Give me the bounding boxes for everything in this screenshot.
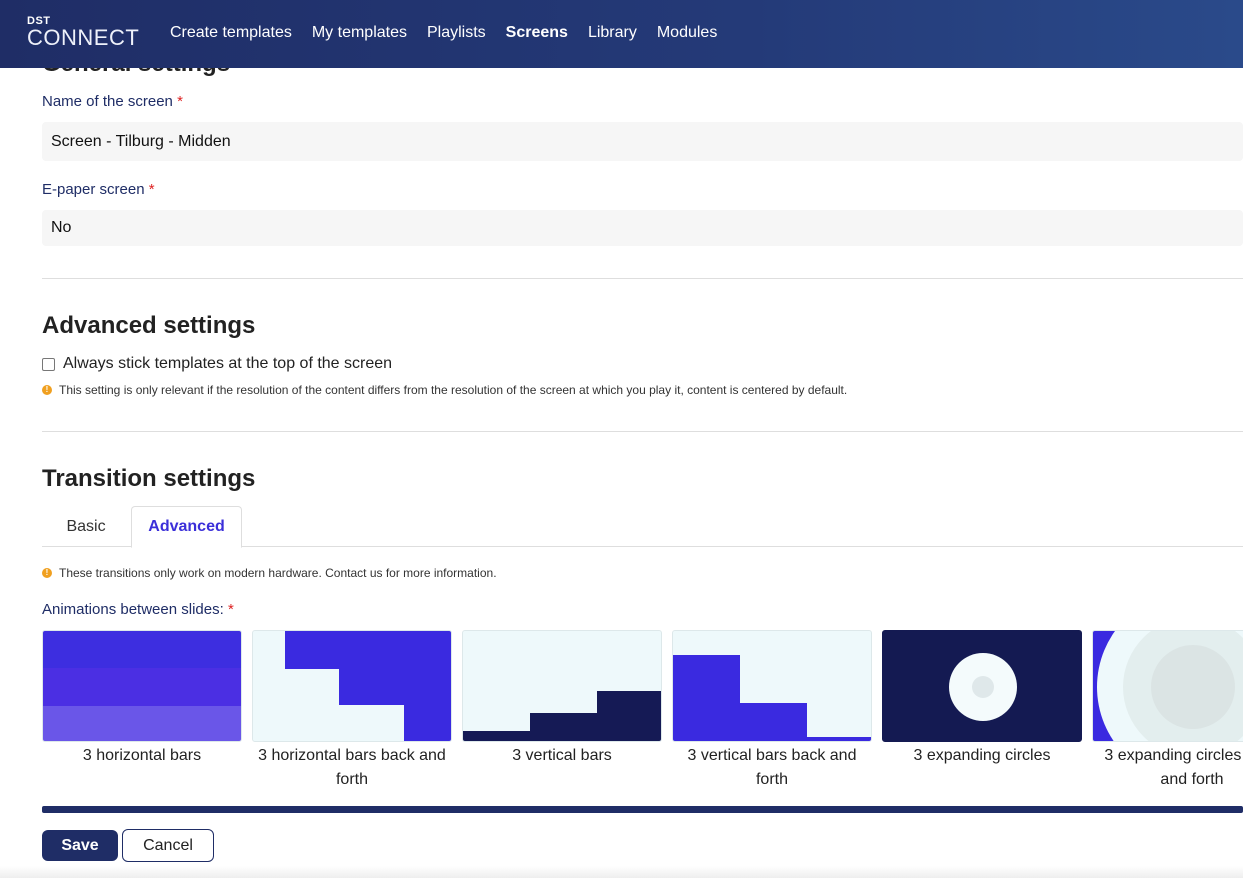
section-divider — [42, 431, 1243, 432]
form-footer-bar — [42, 806, 1243, 813]
animation-card-expanding-circles-back-forth[interactable]: 3 expanding circles back and forth — [1092, 630, 1243, 792]
resolution-hint-text: This setting is only relevant if the res… — [59, 383, 848, 397]
main-nav: Create templates My templates Playlists … — [170, 22, 737, 44]
nav-modules[interactable]: Modules — [657, 22, 717, 44]
bottom-shadow — [0, 866, 1243, 878]
screen-name-input[interactable]: Screen - Tilburg - Midden — [42, 122, 1243, 161]
dst-connect-logo[interactable]: DST CONNECT — [27, 16, 139, 49]
nav-playlists[interactable]: Playlists — [427, 22, 486, 44]
vertical-bars-preview — [462, 630, 662, 742]
cancel-button[interactable]: Cancel — [122, 829, 214, 862]
epaper-label: E-paper screen * — [42, 181, 155, 199]
animation-card-vertical-bars[interactable]: 3 vertical bars — [462, 630, 662, 768]
animation-card-vertical-bars-back-forth[interactable]: 3 vertical bars back and forth — [672, 630, 872, 792]
tab-basic[interactable]: Basic — [42, 506, 130, 547]
vertical-bars-back-forth-preview — [672, 630, 872, 742]
stick-top-checkbox-row[interactable]: Always stick templates at the top of the… — [42, 355, 392, 373]
warning-icon: ! — [42, 568, 52, 578]
nav-my-templates[interactable]: My templates — [312, 22, 407, 44]
nav-library[interactable]: Library — [588, 22, 637, 44]
warning-icon: ! — [42, 385, 52, 395]
animations-label-text: Animations between slides: — [42, 601, 224, 618]
stick-top-checkbox-label[interactable]: Always stick templates at the top of the… — [63, 355, 392, 373]
animations-label: Animations between slides: * — [42, 601, 234, 619]
transition-tabs: Basic Advanced — [42, 506, 1243, 548]
required-mark: * — [148, 181, 155, 198]
animation-card-label: 3 expanding circles — [913, 747, 1051, 764]
epaper-label-text: E-paper screen — [42, 181, 145, 198]
animation-options: 3 horizontal bars 3 horizontal bars back… — [42, 630, 1243, 800]
section-divider — [42, 278, 1243, 279]
nav-create-templates[interactable]: Create templates — [170, 22, 292, 44]
animation-card-label: 3 vertical bars — [512, 747, 612, 764]
resolution-hint: ! This setting is only relevant if the r… — [42, 383, 847, 397]
transition-hint-text: These transitions only work on modern ha… — [59, 566, 497, 580]
animation-card-horizontal-bars[interactable]: 3 horizontal bars — [42, 630, 242, 768]
nav-screens[interactable]: Screens — [506, 22, 568, 44]
screen-name-label-text: Name of the screen — [42, 93, 173, 110]
stick-top-checkbox[interactable] — [42, 357, 55, 371]
horizontal-bars-preview — [42, 630, 242, 742]
animation-card-label: 3 horizontal bars — [82, 747, 202, 764]
expanding-circles-preview — [882, 630, 1082, 742]
required-mark: * — [227, 601, 234, 618]
tab-advanced[interactable]: Advanced — [131, 506, 242, 548]
expanding-circles-back-forth-preview — [1092, 630, 1243, 742]
required-mark: * — [177, 93, 183, 110]
animation-card-label: 3 vertical bars back and forth — [687, 747, 857, 788]
screen-name-label: Name of the screen * — [42, 93, 183, 111]
animation-card-label: 3 horizontal bars back and forth — [258, 747, 446, 788]
horizontal-bars-back-forth-preview — [252, 630, 452, 742]
animation-card-expanding-circles[interactable]: 3 expanding circles — [882, 630, 1082, 768]
top-navigation-bar: DST CONNECT Create templates My template… — [0, 0, 1243, 68]
logo-connect-text: CONNECT — [27, 25, 140, 50]
animation-card-label: 3 expanding circles back and forth — [1104, 747, 1243, 788]
epaper-select[interactable]: No — [42, 210, 1243, 246]
animation-card-horizontal-bars-back-forth[interactable]: 3 horizontal bars back and forth — [252, 630, 452, 792]
transition-hint: ! These transitions only work on modern … — [42, 566, 497, 580]
transition-settings-title: Transition settings — [42, 465, 256, 492]
save-button[interactable]: Save — [42, 830, 118, 861]
advanced-settings-title: Advanced settings — [42, 312, 256, 339]
